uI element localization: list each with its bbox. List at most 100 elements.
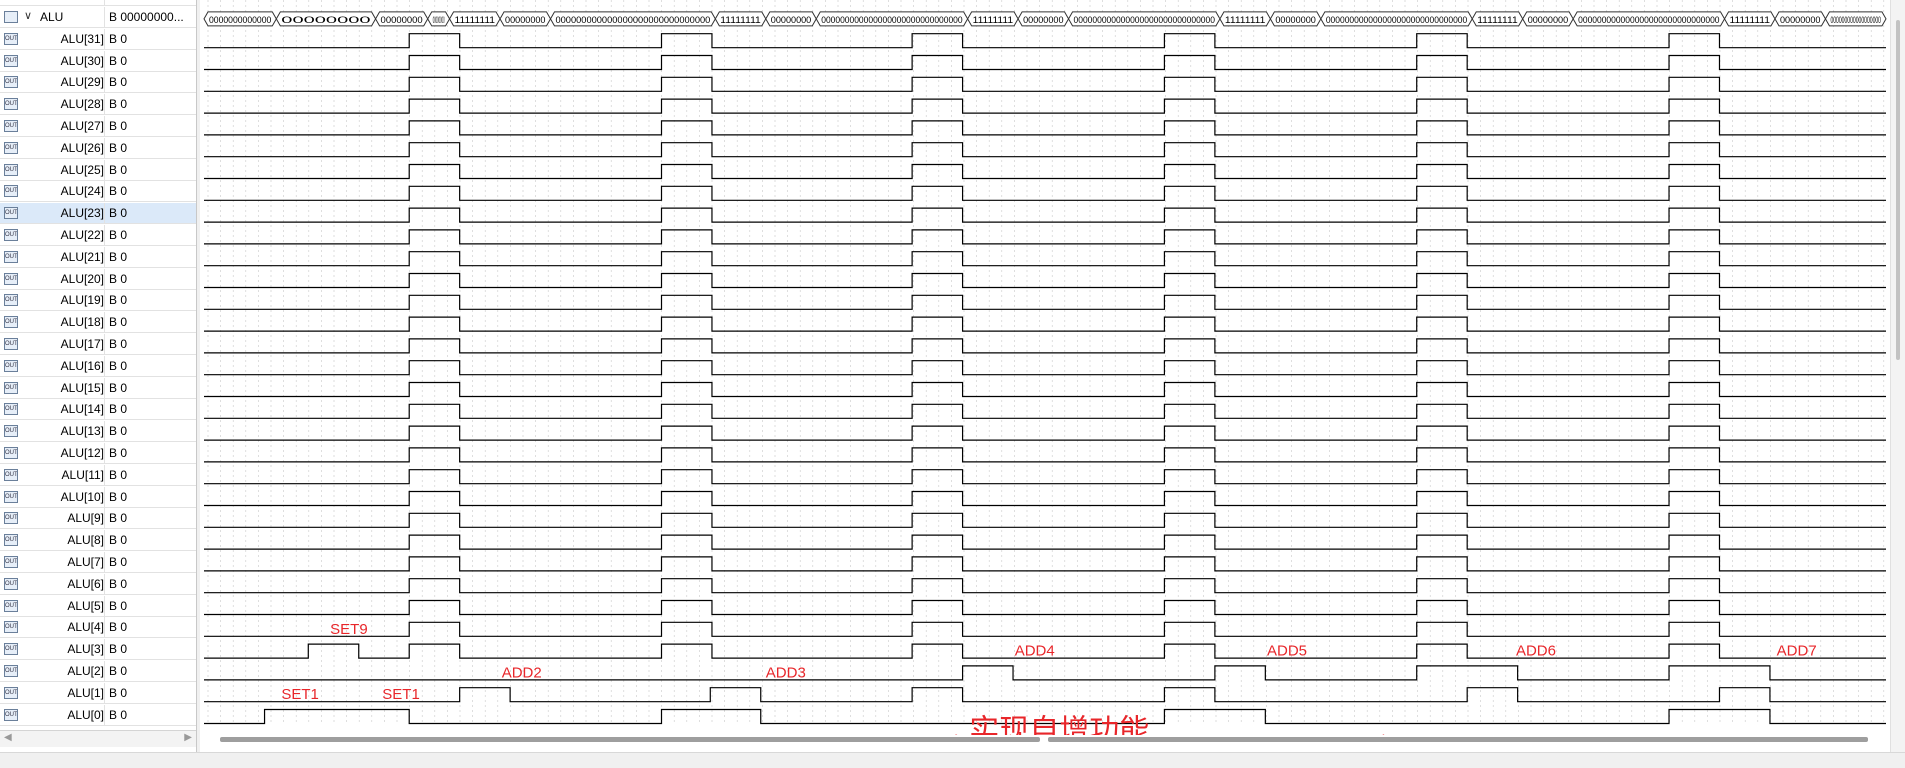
scroll-left-arrow-icon[interactable]: ◀: [4, 732, 12, 743]
signal-value: B 0: [109, 206, 128, 221]
bit-waveform: [204, 621, 1886, 637]
signal-row[interactable]: OUT ALU[21] B 0: [0, 246, 196, 268]
signal-row[interactable]: OUT ALU[12] B 0: [0, 443, 196, 464]
signal-row[interactable]: OUT ALU[3] B 0: [0, 639, 196, 661]
signal-value: B 0: [109, 337, 128, 351]
signal-row[interactable]: OUT ALU[19] B 0: [0, 290, 196, 312]
column-divider: [104, 377, 105, 399]
signal-value: B 0: [109, 446, 128, 460]
signal-value: B 0: [109, 31, 128, 46]
signal-row[interactable]: OUT ALU[24] B 0: [0, 181, 196, 203]
bus-segment-label: 11111111: [1477, 15, 1517, 25]
signal-value: B 0: [109, 249, 128, 264]
signal-row[interactable]: OUT ALU[26] B 0: [0, 137, 196, 159]
bus-segment-label: 11111111: [1225, 15, 1265, 25]
signal-row[interactable]: OUT ALU[31] B 0: [0, 28, 196, 50]
vertical-scrollbar[interactable]: [1890, 0, 1905, 752]
horizontal-scroll-thumb-right[interactable]: [1048, 737, 1868, 742]
signal-row[interactable]: OUT ALU[15] B 0: [0, 377, 196, 399]
signal-row[interactable]: OUT ALU[27] B 0: [0, 116, 196, 137]
bus-segment-label: 000000000000000000000000000000: [1326, 15, 1467, 25]
bit-waveform: [204, 185, 1886, 201]
horizontal-scrollbar[interactable]: [200, 733, 1890, 747]
bit-waveform: [204, 54, 1886, 71]
column-divider: [104, 0, 105, 7]
bus-segment-label: 11111111: [1730, 15, 1770, 25]
column-divider: [104, 94, 105, 116]
signal-row[interactable]: OUT ALU[4] B 0: [0, 617, 196, 639]
signal-row[interactable]: OUT ALU[16] B 0: [0, 355, 196, 377]
waveform-panel[interactable]: 0000000000000 00000000 00000000 00000000 111…: [200, 0, 1890, 752]
signal-row[interactable]: OUT ALU[0] B 0: [0, 704, 196, 726]
signal-row[interactable]: OUT ALU[25] B 0: [0, 159, 196, 181]
signal-row[interactable]: OUT ALU[7] B 0: [0, 552, 196, 573]
bus-signal-icon: [4, 11, 18, 23]
column-divider: [104, 268, 105, 290]
column-divider: [104, 246, 105, 268]
annotation-label: ADD6: [1516, 643, 1556, 660]
signal-name: ALU[28]: [60, 97, 104, 112]
signal-row[interactable]: OUT ALU[11] B 0: [0, 464, 196, 486]
bit-waveform: [204, 490, 1886, 507]
signal-value: B 0: [109, 620, 128, 635]
column-divider: [104, 7, 105, 28]
signal-name: ALU[4]: [67, 620, 104, 635]
horizontal-scroll-thumb[interactable]: [220, 737, 1040, 742]
signal-value: B 0: [109, 489, 128, 504]
signal-name: ALU[27]: [60, 119, 104, 133]
bit-waveform: [204, 360, 1886, 376]
bus-segment-label: 00000000: [1780, 15, 1820, 25]
bit-waveform: [204, 272, 1886, 289]
signal-row[interactable]: OUT ALU[17] B 0: [0, 334, 196, 355]
signal-value: B 0: [109, 685, 128, 700]
signal-row-partial[interactable]: B 0: [0, 0, 196, 7]
signal-row[interactable]: OUT ALU[23] B 0: [0, 203, 196, 225]
signal-row[interactable]: OUT ALU[5] B 0: [0, 595, 196, 617]
signal-name: ALU[19]: [60, 293, 104, 308]
bit-waveform: [204, 403, 1886, 419]
signal-value: B 0: [109, 424, 128, 439]
signal-row[interactable]: OUT ALU[13] B 0: [0, 421, 196, 443]
signal-name-panel: B 0∨ALUB 00000000...OUTALU[31]B 0OUTALU[…: [0, 0, 197, 752]
bus-segment-label: 000000000000000000000000000000: [1578, 15, 1719, 25]
bus-segment-label: 0000000000000: [209, 15, 271, 25]
scroll-right-arrow-icon[interactable]: ▶: [184, 732, 192, 743]
signal-row[interactable]: OUT ALU[29] B 0: [0, 72, 196, 94]
bit-waveform: [204, 556, 1886, 572]
signal-value: B 0: [109, 533, 128, 548]
signal-value: B 0: [109, 402, 128, 417]
signal-row[interactable]: OUT ALU[20] B 0: [0, 268, 196, 290]
column-divider: [104, 639, 105, 661]
bit-waveform: [204, 120, 1886, 136]
signal-value: B 0: [109, 97, 128, 112]
signal-row[interactable]: OUT ALU[22] B 0: [0, 225, 196, 246]
signal-row[interactable]: OUT ALU[30] B 0: [0, 50, 196, 72]
bus-segment-label: 00000000: [771, 15, 811, 25]
signal-row[interactable]: OUT ALU[18] B 0: [0, 312, 196, 334]
signal-value: B 0: [109, 380, 128, 395]
signal-row[interactable]: OUT ALU[6] B 0: [0, 573, 196, 595]
vertical-scroll-thumb[interactable]: [1896, 20, 1900, 360]
signal-row[interactable]: OUT ALU[8] B 0: [0, 530, 196, 552]
annotation-label: ADD7: [1777, 643, 1817, 660]
signal-name: ALU[31]: [60, 31, 104, 46]
signal-row[interactable]: OUT ALU[28] B 0: [0, 94, 196, 116]
waveform-canvas[interactable]: 0000000000000 00000000 00000000 00000000 111…: [200, 0, 1890, 735]
column-divider: [104, 661, 105, 682]
signal-value: B 0: [109, 511, 128, 526]
signal-row[interactable]: OUT ALU[14] B 0: [0, 399, 196, 421]
signal-name: ALU[29]: [60, 75, 104, 90]
signal-row[interactable]: OUT ALU[2] B 0: [0, 661, 196, 682]
name-panel-scrollbar[interactable]: ◀ ▶: [0, 730, 196, 747]
signal-value: B 0: [109, 184, 128, 199]
signal-row[interactable]: OUT ALU[9] B 0: [0, 508, 196, 530]
expand-chevron-icon[interactable]: ∨: [24, 9, 32, 22]
column-divider: [104, 552, 105, 573]
signal-row[interactable]: OUT ALU[10] B 0: [0, 486, 196, 508]
signal-row[interactable]: OUT ALU[1] B 0: [0, 682, 196, 704]
signal-row[interactable]: ∨ ALU B 00000000...: [0, 7, 196, 28]
signal-name: ALU[12]: [60, 446, 104, 460]
signal-value: B 0: [109, 293, 128, 308]
signal-name: ALU[22]: [60, 228, 104, 242]
bit-waveform: [204, 163, 1886, 180]
